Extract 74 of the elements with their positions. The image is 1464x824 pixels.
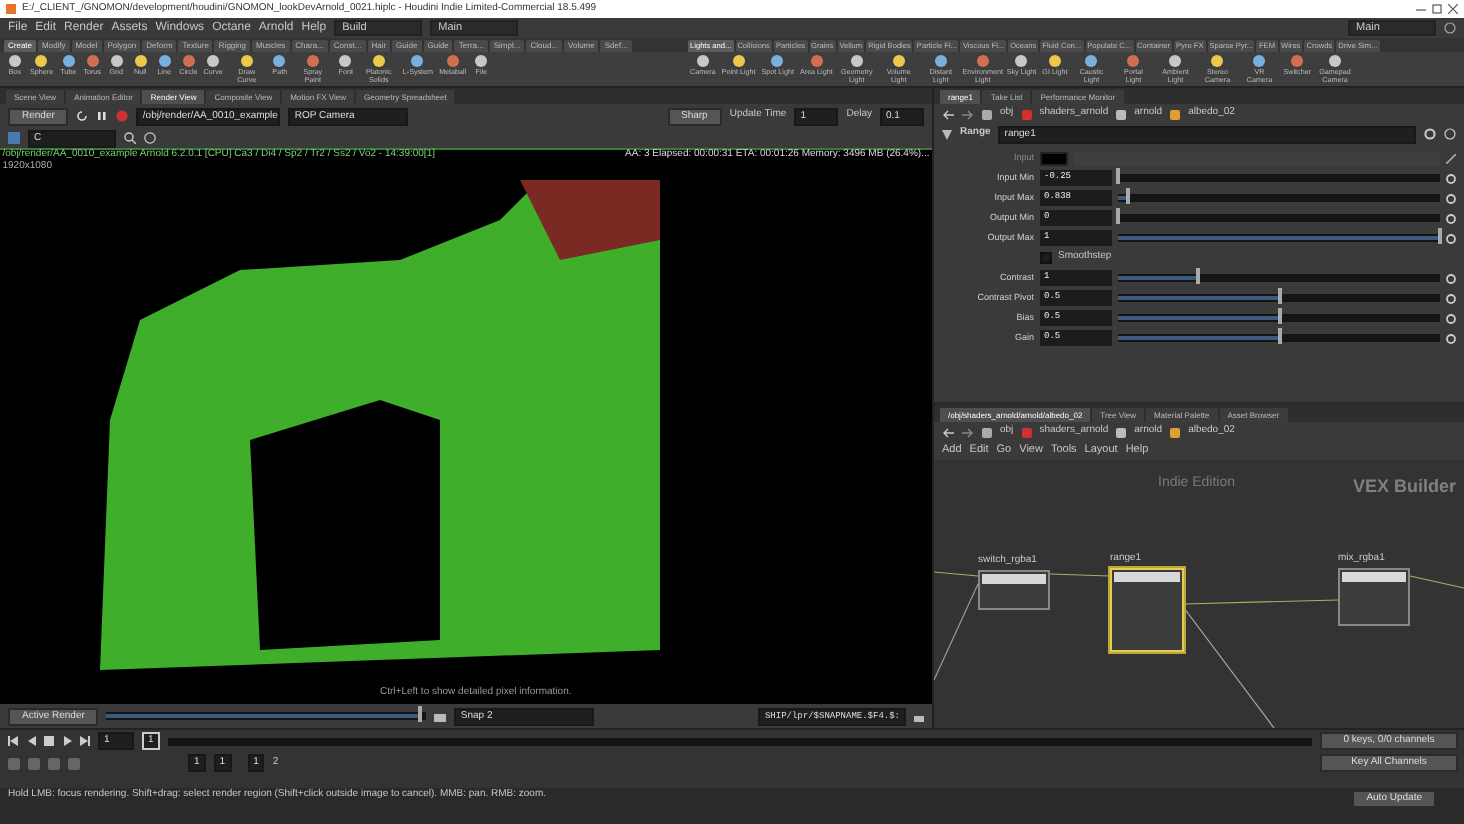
skip-start-icon[interactable] xyxy=(8,736,18,746)
tool-icon xyxy=(1084,54,1099,68)
slider-handle[interactable] xyxy=(1116,208,1120,224)
tool-icon xyxy=(410,54,425,68)
wire xyxy=(934,571,979,577)
path-node-icon xyxy=(1021,427,1032,437)
tool-icon xyxy=(338,54,353,68)
network-node[interactable] xyxy=(1110,568,1184,652)
tool-icon xyxy=(809,54,824,68)
path-node-icon xyxy=(1170,427,1181,437)
maximize-icon[interactable] xyxy=(1432,4,1442,14)
pause-icon[interactable] xyxy=(96,110,109,122)
slider-track[interactable] xyxy=(1118,294,1440,302)
tool-icon xyxy=(1168,54,1183,68)
tool-icon xyxy=(1126,54,1141,68)
tool-icon xyxy=(272,54,287,68)
slider-handle[interactable] xyxy=(1196,268,1201,284)
back-icon[interactable] xyxy=(942,427,954,437)
link-icon[interactable] xyxy=(1446,153,1456,163)
context-label: VEX Builder xyxy=(1352,476,1456,497)
minimize-icon[interactable] xyxy=(1416,4,1426,14)
play-icon[interactable] xyxy=(62,736,72,746)
node-type-icon xyxy=(942,129,952,139)
tool-icon xyxy=(849,54,864,68)
slider-track[interactable] xyxy=(1118,314,1440,322)
slider-handle[interactable] xyxy=(1116,168,1120,184)
wire xyxy=(1049,573,1111,577)
tool-icon xyxy=(1252,54,1267,68)
tool-icon xyxy=(371,54,386,68)
wire xyxy=(934,583,979,681)
path-node-icon xyxy=(982,109,992,119)
slider-handle[interactable] xyxy=(1125,188,1130,204)
network-node[interactable] xyxy=(1338,568,1410,626)
tool-icon xyxy=(731,54,746,68)
app-icon xyxy=(6,4,16,14)
tool-icon xyxy=(1014,54,1029,68)
zoom-icon[interactable] xyxy=(124,132,136,144)
tool-icon xyxy=(1210,54,1225,68)
slider-handle[interactable] xyxy=(1277,288,1281,304)
snapshot-slider-handle[interactable] xyxy=(418,706,423,722)
tool-icon xyxy=(1290,54,1305,68)
back-icon[interactable] xyxy=(942,109,954,119)
tool-icon xyxy=(1047,54,1062,68)
refresh-icon[interactable] xyxy=(76,110,89,122)
tool-icon xyxy=(933,54,948,68)
tool-icon xyxy=(305,54,320,68)
close-icon[interactable] xyxy=(1448,4,1458,14)
path-node-icon xyxy=(1116,427,1127,437)
tool-icon xyxy=(770,54,785,68)
tool-icon xyxy=(1328,54,1343,68)
path-node-icon xyxy=(1170,109,1181,119)
tool-icon xyxy=(695,54,710,68)
slider-track[interactable] xyxy=(1118,334,1440,342)
slider-track[interactable] xyxy=(1118,274,1440,282)
color-swatch[interactable] xyxy=(1040,151,1068,165)
path-node-icon xyxy=(1116,109,1127,119)
step-back-icon[interactable] xyxy=(26,736,36,746)
forward-icon[interactable] xyxy=(962,427,974,437)
slider-track[interactable] xyxy=(1118,194,1440,202)
slider-handle[interactable] xyxy=(1277,308,1281,324)
slider-track[interactable] xyxy=(1118,174,1440,182)
tool-icon xyxy=(239,54,254,68)
tool-icon xyxy=(891,54,906,68)
slider-track[interactable] xyxy=(1118,214,1440,222)
slider-handle[interactable] xyxy=(1277,328,1281,344)
forward-icon[interactable] xyxy=(962,109,974,119)
network-node[interactable] xyxy=(978,570,1050,610)
path-node-icon xyxy=(982,427,992,437)
checkbox[interactable] xyxy=(1040,252,1052,264)
slider-handle[interactable] xyxy=(1438,228,1442,244)
path-node-icon xyxy=(1021,109,1032,119)
tool-icon xyxy=(975,54,990,68)
wire xyxy=(1409,575,1464,589)
skip-end-icon[interactable] xyxy=(80,736,90,746)
